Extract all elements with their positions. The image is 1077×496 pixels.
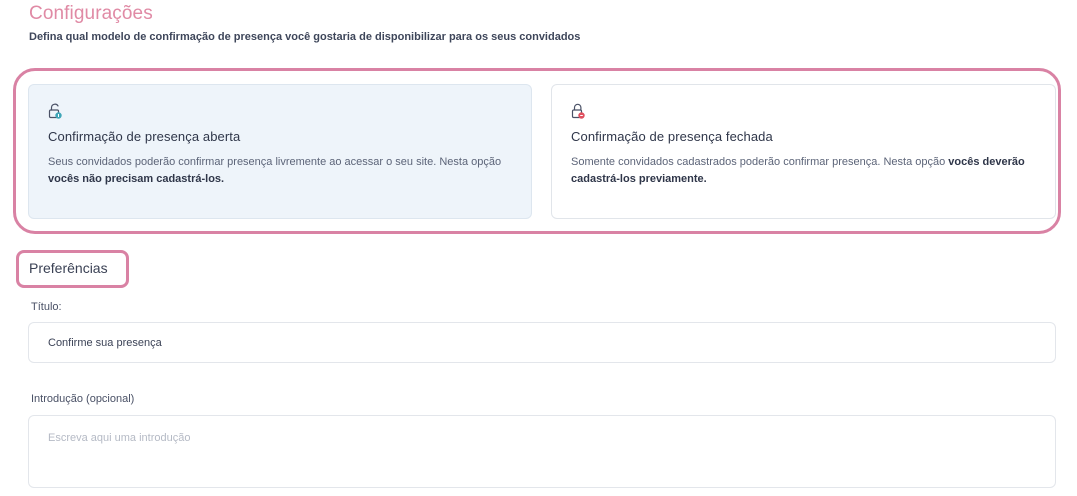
title-label: Título: — [31, 301, 62, 313]
page-title: Configurações — [29, 3, 153, 24]
option-card-open[interactable]: Confirmação de presença aberta Seus conv… — [28, 84, 532, 219]
option-description-open: Seus convidados poderão confirmar presen… — [48, 156, 502, 185]
option-card-closed[interactable]: Confirmação de presença fechada Somente … — [551, 84, 1056, 219]
title-input[interactable] — [28, 322, 1056, 363]
lock-open-icon — [48, 103, 62, 119]
intro-label: Introdução (opcional) — [31, 393, 135, 405]
option-title-closed: Confirmação de presença fechada — [571, 129, 773, 144]
page-subtitle: Defina qual modelo de confirmação de pre… — [29, 31, 581, 43]
preferences-heading: Preferências — [29, 260, 108, 276]
option-title-open: Confirmação de presença aberta — [48, 129, 241, 144]
intro-textarea[interactable] — [28, 415, 1056, 488]
option-description-closed: Somente convidados cadastrados poderão c… — [571, 156, 1025, 185]
lock-closed-icon — [571, 103, 585, 119]
